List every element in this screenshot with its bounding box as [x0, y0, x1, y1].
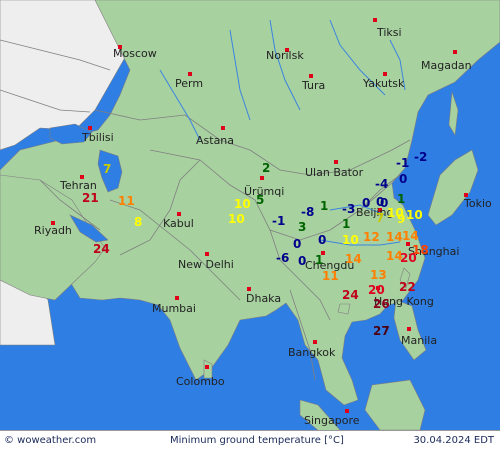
temperature-value: 1: [397, 192, 405, 206]
city-marker: [309, 74, 313, 78]
city-label: Tbilisi: [81, 131, 114, 144]
city-marker: [334, 160, 338, 164]
city-label: Tura: [301, 79, 325, 92]
temperature-value: 10: [228, 212, 245, 226]
city-label: Norilsk: [266, 49, 304, 62]
city-marker: [313, 340, 317, 344]
city-label: Bangkok: [288, 346, 336, 359]
temperature-value: 27: [373, 324, 390, 338]
temperature-value: 11: [118, 194, 135, 208]
city-marker: [453, 50, 457, 54]
city-marker: [188, 72, 192, 76]
temperature-value: 10: [234, 197, 251, 211]
temperature-value: 20: [368, 283, 385, 297]
map-date: 30.04.2024 EDT: [413, 435, 494, 446]
temperature-value: 21: [82, 191, 99, 205]
temperature-value: -2: [414, 150, 427, 164]
temperature-value: -4: [375, 177, 388, 191]
map-title: Minimum ground temperature [°C]: [170, 435, 344, 446]
city-marker: [88, 126, 92, 130]
city-marker: [205, 252, 209, 256]
temperature-value: 1: [315, 253, 323, 267]
temperature-value: 1: [342, 217, 350, 231]
temperature-value: 24: [342, 288, 359, 302]
map-canvas[interactable]: Moscow Norilsk Tiksi Magadan Perm Tura Yakutsk…: [0, 0, 500, 450]
city-label: Moscow: [113, 47, 157, 60]
temperature-value: -3: [342, 202, 355, 216]
map-view[interactable]: Moscow Norilsk Tiksi Magadan Perm Tura Yakutsk…: [0, 0, 500, 450]
city-label: Singapore: [304, 414, 360, 427]
temperature-value: 7: [376, 211, 384, 225]
city-marker: [221, 126, 225, 130]
temperature-value: 14: [402, 229, 419, 243]
temperature-value: 7: [103, 162, 111, 176]
city-label: Yakutsk: [362, 77, 405, 90]
temperature-value: 1: [320, 199, 328, 213]
temperature-value: 0: [362, 196, 370, 210]
city-label: Riyadh: [34, 224, 72, 237]
temperature-value: 9: [397, 212, 405, 226]
city-label: Kabul: [163, 217, 194, 230]
temperature-value: 10: [406, 208, 423, 222]
temperature-value: 0: [318, 233, 326, 247]
city-riyadh[interactable]: Riyadh: [34, 221, 72, 237]
temperature-value: 8: [134, 215, 142, 229]
temperature-value: -8: [301, 205, 314, 219]
temperature-value: 5: [256, 193, 264, 207]
city-marker: [383, 72, 387, 76]
footer-bar: © woweather.com Minimum ground temperatu…: [0, 430, 500, 450]
city-label: Magadan: [421, 59, 472, 72]
city-marker: [407, 327, 411, 331]
temperature-value: 12: [363, 230, 380, 244]
city-label: Perm: [175, 77, 203, 90]
temperature-value: 10: [342, 233, 359, 247]
city-label: Tokio: [463, 197, 492, 210]
city-label: Ulan Bator: [305, 166, 364, 179]
city-label: Dhaka: [246, 292, 281, 305]
city-marker: [177, 212, 181, 216]
city-marker: [260, 176, 264, 180]
city-label: Tiksi: [376, 26, 402, 39]
city-marker: [205, 365, 209, 369]
temperature-value: 26: [373, 297, 390, 311]
temperature-value: 0: [376, 195, 384, 209]
city-label: New Delhi: [178, 258, 234, 271]
city-label: Astana: [196, 134, 234, 147]
city-label: Colombo: [176, 375, 225, 388]
city-marker: [373, 18, 377, 22]
temperature-value: -1: [272, 214, 285, 228]
city-norilsk[interactable]: Norilsk: [266, 48, 304, 62]
city-marker: [345, 409, 349, 413]
temperature-value: 20: [400, 251, 417, 265]
temperature-value: -1: [396, 156, 409, 170]
temperature-value: -6: [276, 251, 289, 265]
city-moscow[interactable]: Moscow: [113, 45, 157, 60]
temperature-value: 0: [293, 237, 301, 251]
city-marker: [175, 296, 179, 300]
temperature-value: 2: [262, 161, 270, 175]
city-label: Mumbai: [152, 302, 196, 315]
temperature-value: 11: [322, 269, 339, 283]
source-link[interactable]: © woweather.com: [4, 435, 96, 446]
temperature-value: 3: [298, 220, 306, 234]
temperature-value: 14: [345, 252, 362, 266]
city-marker: [247, 287, 251, 291]
hainan: [337, 303, 351, 315]
temperature-value: 24: [93, 242, 110, 256]
temperature-value: 13: [370, 268, 387, 282]
temperature-value: 14: [386, 230, 403, 244]
temperature-value: 22: [399, 280, 416, 294]
temperature-value: 0: [298, 254, 306, 268]
city-label: Manila: [401, 334, 437, 347]
temperature-value: 0: [399, 172, 407, 186]
